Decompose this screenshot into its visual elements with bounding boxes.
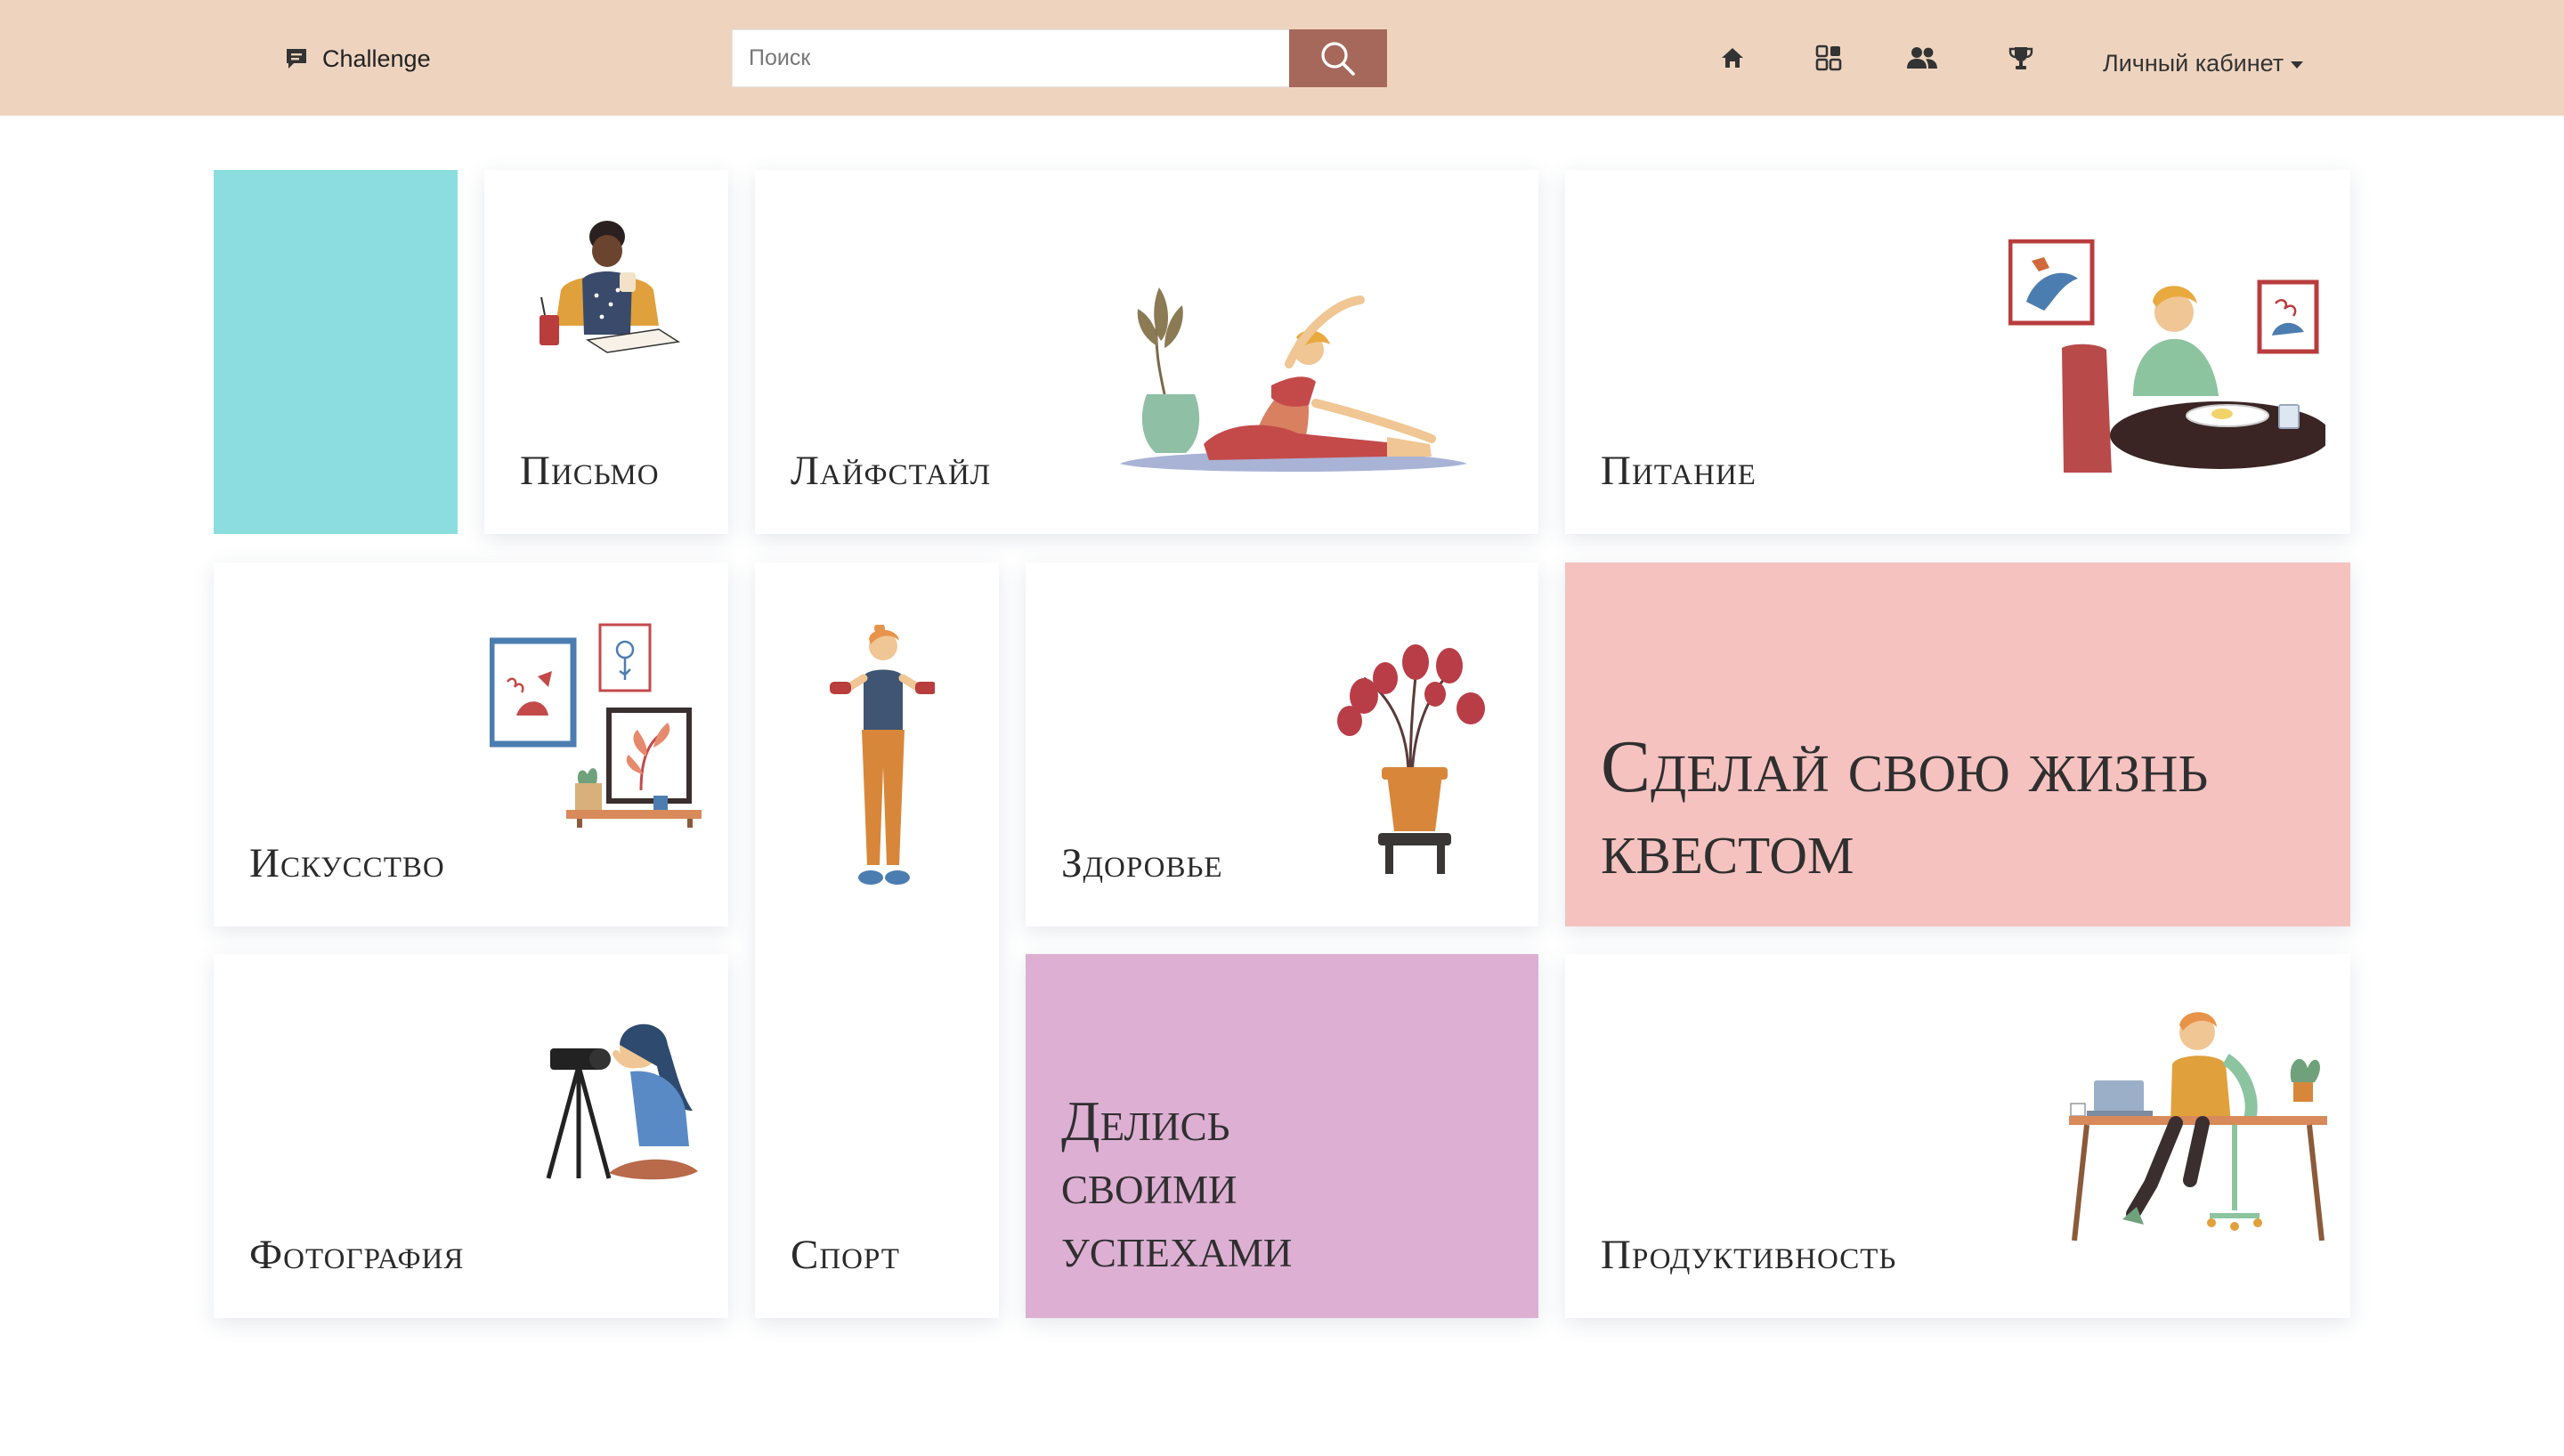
tile-label: Письмо (520, 448, 660, 494)
quest-promo-text: Сделай свою жизнь квестом (1601, 725, 2209, 890)
share-promo-line: своими (1061, 1153, 1237, 1216)
tile-health[interactable]: Здоровье (1026, 562, 1538, 926)
quest-promo-tile[interactable]: Сделай свою жизнь квестом (1565, 562, 2350, 926)
share-promo-line: успехами (1061, 1216, 1293, 1279)
tile-photography[interactable]: Фотография (214, 954, 728, 1318)
tile-label: Продуктивность (1601, 1232, 1897, 1278)
users-icon[interactable] (1906, 42, 1938, 74)
tile-label: Питание (1601, 448, 1757, 494)
photography-illustration (546, 1023, 698, 1180)
brand-link[interactable]: Challenge (283, 41, 431, 77)
grid-icon[interactable] (1813, 42, 1845, 74)
share-promo-tile[interactable]: Делись своими успехами (1026, 954, 1538, 1318)
caret-down-icon (2291, 61, 2304, 69)
share-promo-text: Делись своими успехами (1061, 1089, 1292, 1279)
search-form (732, 29, 1387, 87)
tile-productivity[interactable]: Продуктивность (1565, 954, 2350, 1318)
yoga-illustration (1120, 287, 1467, 472)
teal-decor-tile (214, 170, 458, 534)
art-illustration (490, 623, 702, 828)
trophy-icon[interactable] (2005, 42, 2037, 74)
home-icon[interactable] (1716, 42, 1749, 74)
navbar: Challenge Поиск Личный кабинет (0, 0, 2564, 116)
tile-label: Спорт (791, 1232, 900, 1278)
tile-writing[interactable]: Письмо (484, 170, 728, 534)
tile-nutrition[interactable]: Питание (1565, 170, 2350, 534)
productivity-illustration (2069, 1012, 2327, 1241)
tile-label: Лайфстайл (791, 448, 992, 494)
plant-illustration (1337, 644, 1485, 874)
account-dropdown[interactable]: Личный кабинет (2103, 50, 2304, 77)
sport-illustration (830, 625, 935, 885)
search-icon (1321, 41, 1355, 76)
tile-lifestyle[interactable]: Лайфстайл (755, 170, 1538, 534)
search-input[interactable] (732, 29, 1289, 87)
tile-label: Здоровье (1061, 840, 1223, 886)
brand-name: Challenge (322, 44, 431, 72)
account-label: Личный кабинет (2103, 50, 2284, 77)
tile-art[interactable]: Искусство (214, 562, 728, 926)
tile-sport[interactable]: Спорт (755, 562, 999, 1318)
nutrition-illustration (2008, 239, 2325, 473)
writing-illustration (540, 221, 681, 353)
chat-icon (287, 49, 306, 69)
search-button[interactable] (1289, 29, 1387, 87)
tile-label: Искусство (249, 840, 445, 886)
tile-label: Фотография (249, 1232, 465, 1278)
share-promo-line: Делись (1061, 1089, 1230, 1153)
